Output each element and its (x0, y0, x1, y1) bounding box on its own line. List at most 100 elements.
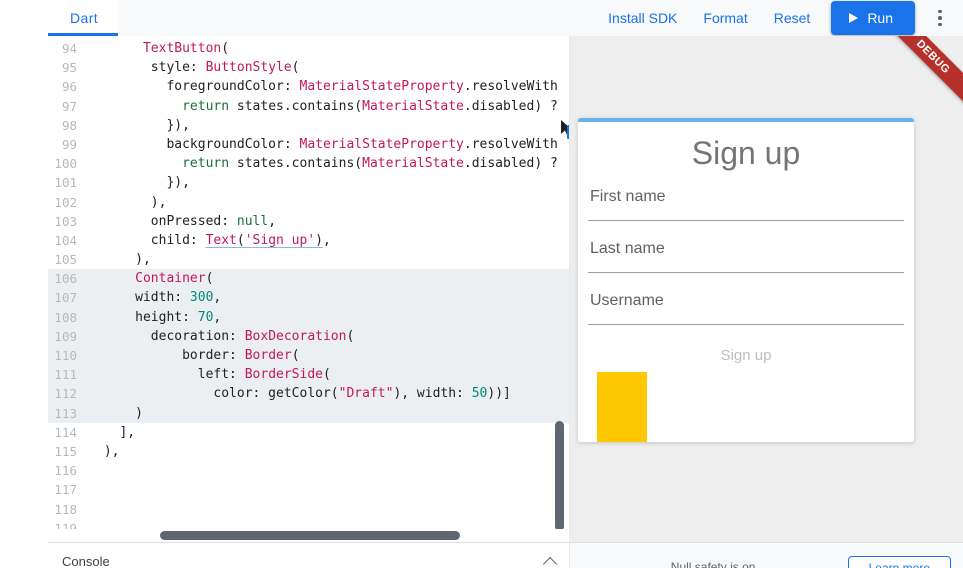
code-token: MaterialStateProperty (299, 136, 464, 152)
line-number: 105 (54, 252, 77, 268)
code-line[interactable]: 117 (48, 480, 569, 499)
play-icon (849, 13, 859, 23)
reset-button[interactable]: Reset (761, 10, 824, 26)
run-button[interactable]: Run (831, 1, 915, 35)
code-lines: 94 TextButton(95 style: ButtonStyle(96 f… (48, 39, 569, 529)
signup-field[interactable]: Last name (588, 240, 904, 273)
code-token: }), (96, 117, 190, 133)
code-token: ) (96, 405, 143, 421)
signup-field-label: First name (590, 188, 666, 205)
code-line[interactable]: 114 ], (48, 423, 569, 442)
console-label: Console (62, 554, 110, 568)
code-editor[interactable]: 94 TextButton(95 style: ButtonStyle(96 f… (48, 36, 569, 529)
run-button-label: Run (867, 10, 893, 26)
code-line[interactable]: 107 width: 300, (48, 288, 569, 308)
code-line[interactable]: 111 left: BorderSide( (48, 365, 569, 385)
code-text: left: BorderSide( (84, 365, 569, 385)
code-line[interactable]: 115 ), (48, 442, 569, 461)
editor-pane: 94 TextButton(95 style: ButtonStyle(96 f… (48, 36, 570, 568)
install-sdk-button[interactable]: Install SDK (595, 10, 690, 26)
card-body: Sign up First name Last name Username Sign… (578, 122, 914, 442)
line-number: 110 (48, 346, 84, 366)
signup-field[interactable]: First name (588, 188, 904, 221)
left-gutter (0, 0, 48, 568)
code-line[interactable]: 95 style: ButtonStyle( (48, 58, 569, 77)
code-token: BoxDecoration (244, 328, 347, 344)
editor-vertical-scrollbar[interactable] (555, 421, 564, 529)
code-text: ), (84, 193, 569, 212)
debug-ribbon: DEBUG (883, 36, 963, 107)
code-token: ( (346, 328, 355, 344)
code-text: child: Text('Sign up'), (84, 231, 569, 250)
signup-submit-button[interactable]: Sign up (588, 344, 904, 372)
code-line[interactable]: 94 TextButton( (48, 39, 569, 58)
code-line[interactable]: 113 ) (48, 403, 569, 423)
learn-more-button[interactable]: Learn more (847, 555, 951, 568)
more-options-icon[interactable] (921, 0, 959, 36)
code-token: ( (236, 232, 245, 248)
code-token: MaterialState (362, 156, 464, 172)
format-button[interactable]: Format (690, 10, 760, 26)
code-token: .resolveWith (463, 79, 558, 95)
code-line[interactable]: 105 ), (48, 250, 569, 269)
code-line[interactable]: 99 backgroundColor: MaterialStatePropert… (48, 135, 569, 154)
device-preview[interactable]: DEBUG Sign up First name Last name Usernam… (570, 36, 963, 542)
code-line[interactable]: 103 onPressed: null, (48, 212, 569, 231)
line-number: 119 (54, 520, 77, 529)
code-token: width: (96, 290, 190, 306)
code-token: TextButton (142, 41, 222, 56)
code-text: width: 300, (84, 288, 569, 308)
line-number: 103 (54, 213, 77, 229)
code-token: height: (96, 309, 198, 325)
code-line[interactable]: 119 (48, 519, 569, 529)
code-token: states.contains( (229, 156, 363, 172)
code-token: foregroundColor: (96, 79, 300, 95)
line-number: 117 (54, 482, 77, 498)
code-token: ( (323, 367, 331, 383)
line-number: 106 (48, 269, 84, 289)
code-token: ), (96, 443, 120, 459)
code-token: border: (96, 348, 245, 363)
body-split: 94 TextButton(95 style: ButtonStyle(96 f… (48, 36, 963, 568)
code-line[interactable]: 100 return states.contains(MaterialState… (48, 154, 569, 173)
code-text: Container( (84, 269, 569, 289)
code-text: decoration: BoxDecoration( (84, 326, 569, 347)
code-text: backgroundColor: MaterialStateProperty.r… (84, 135, 569, 154)
code-token: 70 (197, 309, 214, 325)
signup-card: Sign up First name Last name Username Sign… (578, 118, 914, 442)
code-line[interactable]: 96 foregroundColor: MaterialStatePropert… (48, 77, 569, 96)
signup-field-label: Last name (590, 240, 665, 257)
code-line[interactable]: 102 ), (48, 193, 569, 212)
console-bar[interactable]: Console (48, 542, 569, 568)
preview-pane: DEBUG Sign up First name Last name Usernam… (570, 36, 963, 568)
code-token: ButtonStyle (205, 60, 292, 76)
line-number: 115 (54, 443, 77, 459)
code-line[interactable]: 106 Container( (48, 269, 569, 289)
code-text: color: getColor("Draft"), width: 50))] (84, 384, 569, 404)
code-token: ], (96, 424, 136, 440)
code-line[interactable]: 112 color: getColor("Draft"), width: 50)… (48, 384, 569, 404)
code-token: 'Sign up' (244, 232, 316, 248)
code-token: }), (96, 175, 190, 191)
code-line[interactable]: 104 child: Text('Sign up'), (48, 231, 569, 250)
code-line[interactable]: 116 (48, 461, 569, 480)
code-token: color: getColor( (96, 386, 339, 402)
code-line[interactable]: 118 (48, 500, 569, 519)
editor-horizontal-scrollbar[interactable] (160, 531, 460, 540)
signup-field[interactable]: Username (588, 292, 904, 325)
signup-field-label: Username (590, 292, 664, 309)
code-token: ( (221, 41, 230, 56)
code-line[interactable]: 97 return states.contains(MaterialState.… (48, 97, 569, 116)
code-token: states.contains( (229, 98, 363, 114)
code-token: ( (291, 348, 300, 363)
code-line[interactable]: 98 }), (48, 116, 569, 135)
code-line[interactable]: 108 height: 70, (48, 307, 569, 327)
code-line[interactable]: 101 }), (48, 173, 569, 192)
preview-footer: Null safety is on. Learn more (570, 542, 963, 568)
code-line[interactable]: 110 border: Border( (48, 346, 569, 366)
code-token: , (268, 213, 277, 229)
code-line[interactable]: 109 decoration: BoxDecoration( (48, 326, 569, 347)
chevron-up-icon[interactable] (542, 556, 558, 568)
tab-dart[interactable]: Dart (48, 0, 119, 36)
